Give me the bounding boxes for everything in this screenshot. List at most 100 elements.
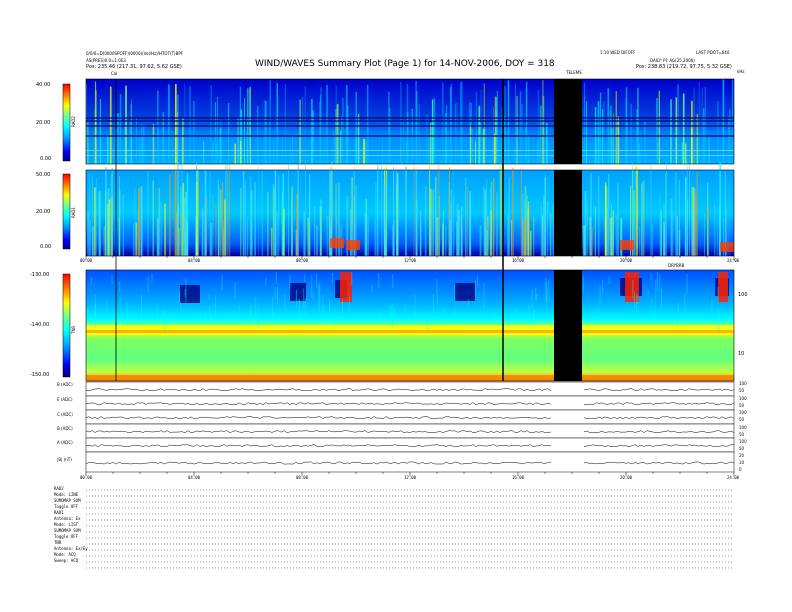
freq-unit-label: kHz (737, 69, 745, 74)
rad1-streak (105, 190, 106, 256)
rad1-streak (291, 198, 293, 256)
rad1-streak (466, 186, 468, 256)
tnr-streak (164, 309, 166, 334)
rad1-streak (326, 216, 328, 256)
tnr-tick-top: -130.00 (30, 272, 50, 278)
rad1-streak (95, 177, 97, 256)
rad1-streak (691, 207, 693, 256)
tnr-streak (296, 289, 297, 307)
rad2-streak (365, 140, 367, 164)
tnr-tick-mid: -140.00 (30, 322, 50, 328)
rad1-streak (212, 194, 214, 256)
footer-line: Antenna: Ex/Ey (54, 546, 88, 551)
rad1-streak (246, 216, 249, 256)
rad1-streak (303, 211, 305, 256)
rad1-streak (240, 188, 242, 256)
small-panel-right-tick: 10 (739, 460, 745, 465)
rad1-streak (377, 164, 378, 256)
rad1-streak (501, 165, 503, 256)
rad2-streak (264, 100, 267, 164)
rad1-spectrogram (85, 161, 735, 257)
rad2-band (86, 117, 734, 119)
rad2-label: RAD2 (71, 116, 76, 127)
rad2-streak (415, 91, 418, 164)
rad2-streak (232, 140, 234, 164)
rad1-streak (283, 208, 285, 256)
tnr-streak (394, 307, 396, 318)
rad2-tick-bottom: 0.00 (40, 156, 52, 162)
rad2-streak (469, 124, 471, 164)
rad1-streak (415, 170, 418, 256)
housekeeping-panels (85, 381, 735, 473)
rad2-streak (269, 80, 271, 164)
tnr-streak (528, 304, 530, 326)
rad1-streak (94, 187, 96, 256)
rad1-streak (429, 165, 431, 256)
small-panel-frame (85, 423, 735, 439)
small-panel-right-tick: 20 (739, 453, 745, 458)
rad1-streak (489, 188, 491, 256)
gap-label: TELEMS (566, 70, 582, 75)
tnr-streak (332, 273, 334, 283)
tnr-streak (179, 291, 180, 302)
rad1-streak (314, 205, 316, 256)
rad1-streak (267, 192, 269, 256)
rad2-streak (495, 135, 497, 164)
rad2-streak (292, 135, 294, 164)
rad1-streak (670, 198, 673, 256)
tnr-streak (106, 300, 108, 316)
tnr-streak (284, 294, 286, 311)
rad1-streak (552, 204, 554, 256)
tnr-streak (162, 310, 164, 318)
rad1-streak (469, 191, 471, 256)
rad1-streak (365, 198, 368, 256)
tnr-streak (141, 294, 142, 319)
rad1-tick-bottom: 0.00 (40, 244, 52, 250)
rad2-streak (366, 84, 369, 164)
tnr-streak (132, 311, 134, 322)
rad2-colorbar (62, 83, 71, 162)
rad2-streak (586, 101, 587, 164)
rad1-streak (179, 186, 181, 256)
rad1-streak (511, 219, 512, 256)
rad1-streak (546, 201, 549, 256)
rad1-streak (461, 225, 463, 256)
rad2-streak (355, 91, 357, 164)
rad1-streak (609, 218, 611, 256)
rad1-streak (272, 184, 275, 256)
tnr-streak (86, 305, 88, 322)
tnr-streak (443, 307, 445, 325)
rad2-streak (388, 91, 390, 164)
rad2-streak (454, 103, 456, 164)
small-panel-right-tick: 50 (739, 388, 745, 393)
tnr-streak (371, 284, 373, 293)
tnr-streak (119, 281, 121, 293)
rad1-streak (704, 213, 705, 256)
tnr-streak (636, 293, 638, 315)
rad1-streak (134, 188, 136, 256)
tnr-streak (156, 303, 158, 325)
tnr-streak (311, 274, 313, 298)
tnr-streak (147, 276, 149, 293)
bottom-time-label: 16:00 (512, 475, 525, 480)
tnr-streak (303, 288, 305, 309)
header-left-1: 0/0/0=D(0000SPOFF)(0000)(Vol/Hz)/HTOT(T)… (86, 51, 184, 56)
header-left-2: AS(PRES)0.0=1.0E3 (86, 58, 126, 63)
footer-line: Sweep: ACQ (54, 558, 79, 563)
rad2-streak (363, 139, 365, 164)
tnr-streak (234, 282, 236, 299)
rad1-streak (612, 210, 614, 256)
rad1-streak (522, 193, 524, 256)
tnr-spectrogram (85, 269, 735, 382)
bottom-time-label: 08:00 (296, 475, 309, 480)
tnr-streak (454, 283, 456, 303)
rad1-streak (543, 195, 545, 256)
rad1-streak (174, 169, 177, 256)
tnr-streak (257, 302, 259, 329)
rad2-streak (638, 143, 640, 164)
rad1-streak (122, 194, 124, 256)
rad2-band (86, 120, 734, 122)
tnr-streak (209, 306, 211, 322)
small-panel-right-tick: 100 (739, 439, 747, 444)
rad1-streak (650, 164, 652, 256)
